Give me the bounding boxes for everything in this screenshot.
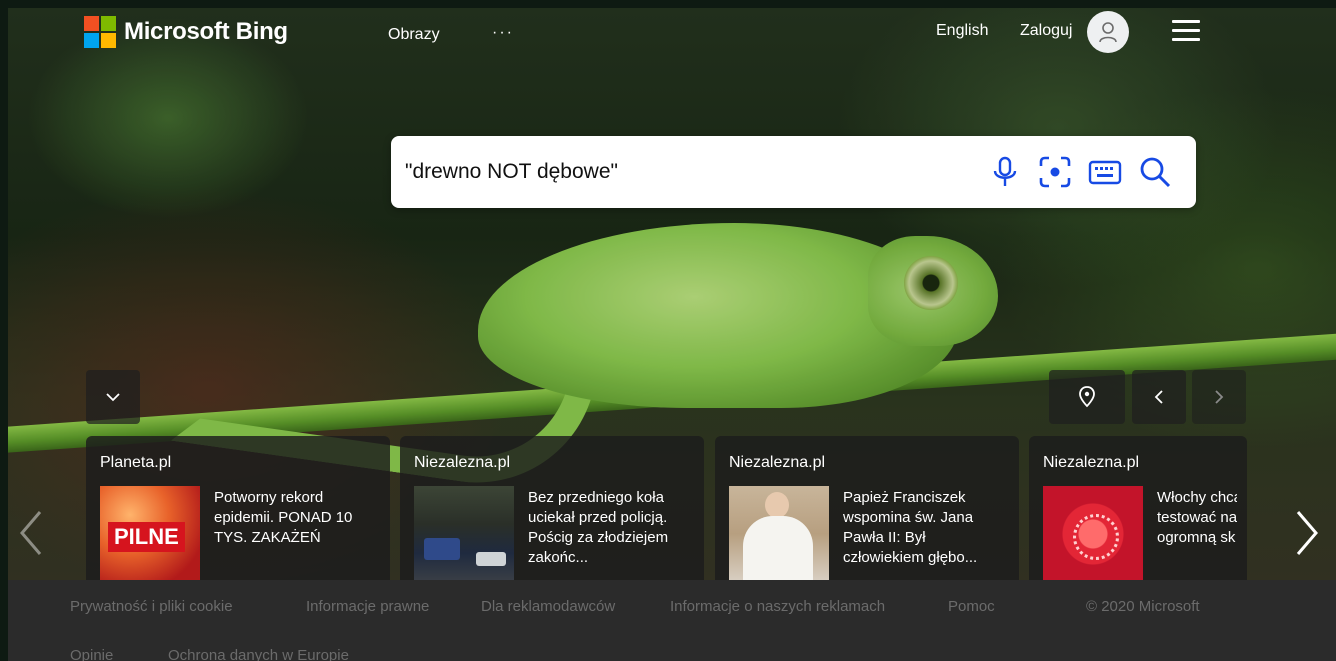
chevron-right-icon bbox=[1215, 390, 1224, 404]
footer: Prywatność i pliki cookie Informacje pra… bbox=[8, 580, 1336, 661]
search-icon[interactable] bbox=[1137, 154, 1173, 190]
footer-link-feedback[interactable]: Opinie bbox=[70, 647, 113, 661]
footer-link-help[interactable]: Pomoc bbox=[948, 598, 995, 615]
collapse-button[interactable] bbox=[86, 370, 140, 424]
hamburger-menu-icon[interactable] bbox=[1172, 20, 1200, 42]
footer-link-about-ads[interactable]: Informacje o naszych reklamach bbox=[670, 598, 885, 615]
footer-link-privacy[interactable]: Prywatność i pliki cookie bbox=[70, 598, 233, 615]
footer-link-legal[interactable]: Informacje prawne bbox=[306, 598, 429, 615]
keyboard-icon[interactable] bbox=[1087, 154, 1123, 190]
news-thumbnail: PILNE bbox=[100, 486, 200, 582]
news-card[interactable]: Planeta.pl PILNE Potworny rekord epidemi… bbox=[86, 436, 390, 582]
nav-more-button[interactable]: ··· bbox=[492, 24, 514, 42]
news-card[interactable]: Niezalezna.pl Papież Franciszek wspomina… bbox=[715, 436, 1019, 582]
news-headline: Bez przedniego koła uciekał przed policj… bbox=[528, 489, 669, 566]
news-source: Niezalezna.pl bbox=[729, 454, 826, 471]
news-prev-arrow-icon[interactable] bbox=[16, 508, 46, 558]
search-box[interactable] bbox=[391, 136, 1196, 208]
news-headline: Papież Franciszek wspomina św. Jana Pawł… bbox=[843, 489, 978, 566]
language-link[interactable]: English bbox=[936, 22, 988, 40]
chevron-down-icon bbox=[106, 393, 120, 402]
brand-name: Microsoft Bing bbox=[124, 18, 288, 45]
footer-link-advertisers[interactable]: Dla reklamodawców bbox=[481, 598, 615, 615]
sign-in-link[interactable]: Zaloguj bbox=[1020, 22, 1072, 40]
chevron-left-icon bbox=[1154, 390, 1163, 404]
thumbnail-badge: PILNE bbox=[108, 522, 185, 552]
visual-search-icon[interactable] bbox=[1037, 154, 1073, 190]
news-next-arrow-icon[interactable] bbox=[1292, 508, 1322, 558]
nav-images-link[interactable]: Obrazy bbox=[388, 26, 440, 44]
news-thumbnail bbox=[1043, 486, 1143, 582]
next-button[interactable] bbox=[1192, 370, 1246, 424]
news-source: Niezalezna.pl bbox=[414, 454, 511, 471]
news-card[interactable]: Niezalezna.pl Bez przedniego koła ucieka… bbox=[400, 436, 704, 582]
microphone-icon[interactable] bbox=[987, 154, 1023, 190]
location-button[interactable] bbox=[1049, 370, 1125, 424]
news-source: Planeta.pl bbox=[100, 454, 172, 471]
location-pin-icon bbox=[1079, 386, 1095, 408]
footer-link-eu-privacy[interactable]: Ochrona danych w Europie bbox=[168, 647, 349, 661]
news-thumbnail bbox=[729, 486, 829, 582]
news-thumbnail bbox=[414, 486, 514, 582]
news-headline: Włochy chcą testować na ogromną sk bbox=[1157, 489, 1237, 546]
previous-button[interactable] bbox=[1132, 370, 1186, 424]
footer-copyright: © 2020 Microsoft bbox=[1086, 598, 1200, 615]
news-card[interactable]: Niezalezna.pl Włochy chcą testować na og… bbox=[1029, 436, 1247, 582]
bing-homepage: Microsoft Bing Obrazy ··· English Zalogu… bbox=[8, 8, 1336, 661]
avatar[interactable] bbox=[1087, 11, 1129, 53]
news-headline: Potworny rekord epidemii. PONAD 10 TYS. … bbox=[214, 489, 353, 546]
bing-logo[interactable]: Microsoft Bing bbox=[84, 16, 288, 48]
microsoft-logo-icon bbox=[84, 16, 116, 48]
person-icon bbox=[1099, 22, 1117, 43]
search-input[interactable] bbox=[405, 136, 965, 208]
news-source: Niezalezna.pl bbox=[1043, 454, 1140, 471]
